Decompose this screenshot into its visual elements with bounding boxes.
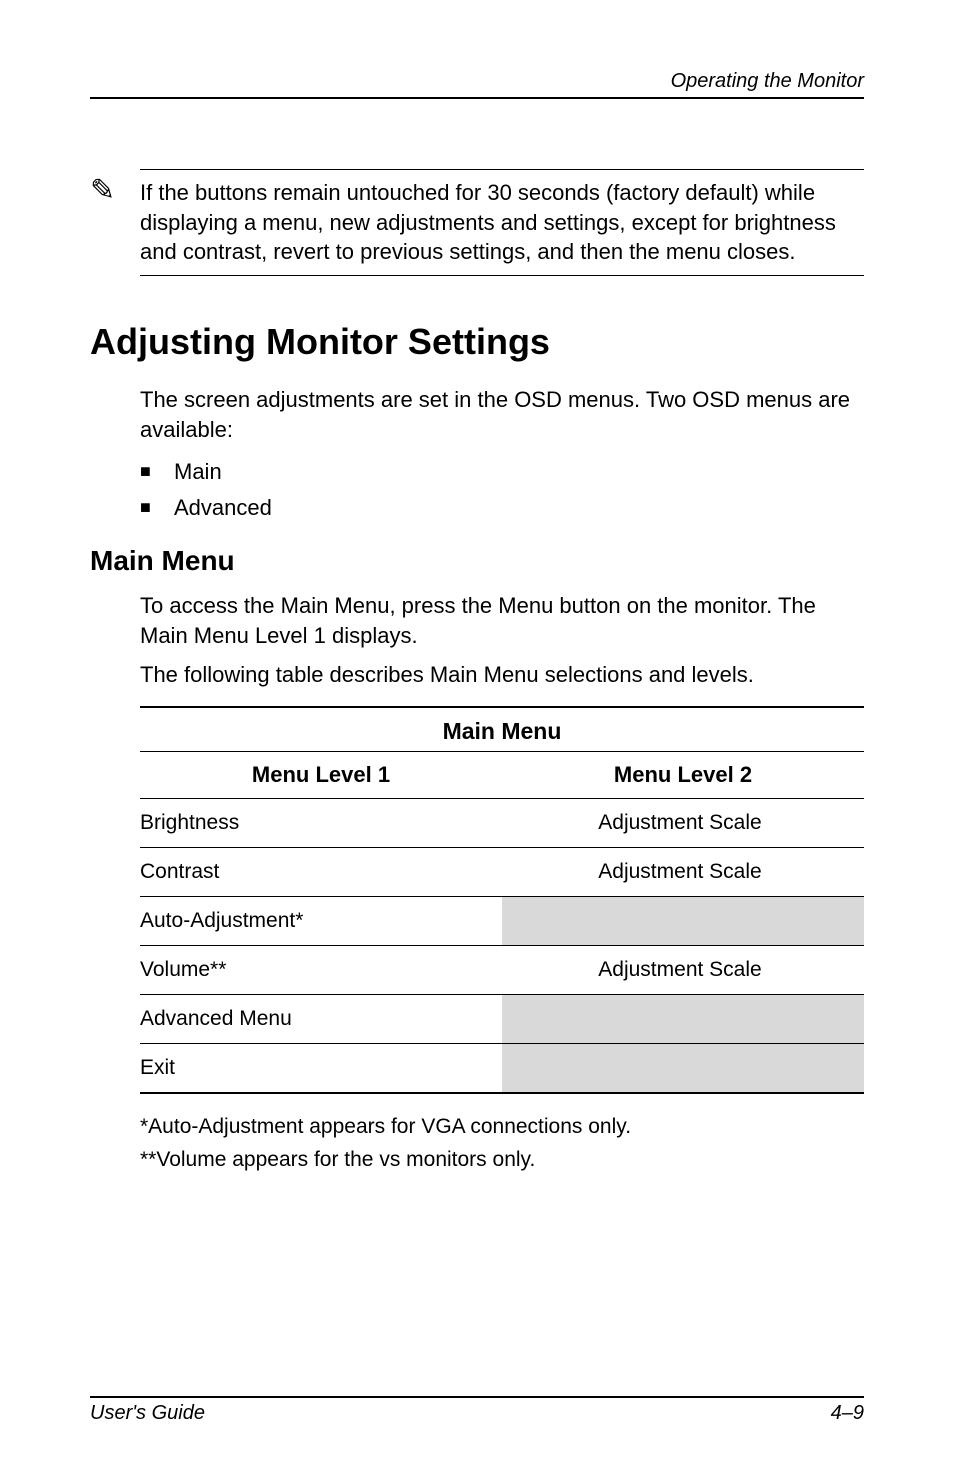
running-header: Operating the Monitor [90,70,864,99]
section-title: Adjusting Monitor Settings [90,321,864,363]
table-row: Contrast Adjustment Scale [140,847,864,896]
table-cell: Brightness [140,798,502,847]
table-cell: Adjustment Scale [502,798,864,847]
note-block: ✎ If the buttons remain untouched for 30… [140,169,864,276]
note-text: If the buttons remain untouched for 30 s… [140,178,864,267]
table-cell: Exit [140,1043,502,1093]
table-row: Brightness Adjustment Scale [140,798,864,847]
running-title: Operating the Monitor [671,70,864,92]
list-item: Advanced [140,490,864,525]
subsection-p2: The following table describes Main Menu … [140,660,864,690]
table-cell: Contrast [140,847,502,896]
table-footnote: **Volume appears for the vs monitors onl… [140,1143,864,1177]
table-row: Auto-Adjustment* [140,896,864,945]
table-cell: Volume** [140,945,502,994]
pencil-icon: ✎ [90,176,115,206]
table-footnotes: *Auto-Adjustment appears for VGA connect… [140,1110,864,1177]
table-row: Exit [140,1043,864,1093]
table-cell: Auto-Adjustment* [140,896,502,945]
table-cell [502,1043,864,1093]
table-footnote: *Auto-Adjustment appears for VGA connect… [140,1110,864,1144]
table-row: Advanced Menu [140,994,864,1043]
table-cell: Adjustment Scale [502,945,864,994]
table-row: Volume** Adjustment Scale [140,945,864,994]
list-item: Main [140,454,864,489]
subsection-title: Main Menu [90,545,864,577]
table-cell [502,896,864,945]
subsection-p1: To access the Main Menu, press the Menu … [140,591,864,650]
table-cell: Advanced Menu [140,994,502,1043]
table-header-col2: Menu Level 2 [502,751,864,798]
table-title: Main Menu [140,706,864,751]
page-footer: User's Guide 4–9 [90,1396,864,1425]
section-intro: The screen adjustments are set in the OS… [140,385,864,444]
bullet-list: Main Advanced [140,454,864,524]
main-menu-table: Menu Level 1 Menu Level 2 Brightness Adj… [140,751,864,1094]
footer-right: 4–9 [831,1402,864,1425]
table-cell: Adjustment Scale [502,847,864,896]
table-header-col1: Menu Level 1 [140,751,502,798]
footer-left: User's Guide [90,1402,205,1425]
table-cell [502,994,864,1043]
